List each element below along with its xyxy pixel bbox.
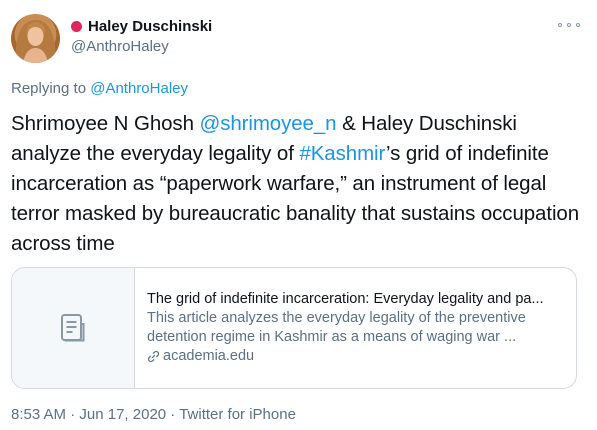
avatar[interactable] [11,14,60,63]
author-name-row[interactable]: Haley Duschinski [71,16,212,36]
tweet-meta: 8:53 AM · Jun 17, 2020 · Twitter for iPh… [11,406,296,423]
link-preview-card[interactable]: The grid of indefinite incarceration: Ev… [11,267,577,389]
tweet-source-link[interactable]: Twitter for iPhone [179,406,296,423]
more-options-icon[interactable] [558,18,580,32]
tweet-text-part: Shrimoyee N Ghosh [11,112,200,135]
hashtag-link[interactable]: #Kashmir [299,142,386,165]
reply-prefix: Replying to [11,80,87,97]
tweet-timestamp-date[interactable]: Jun 17, 2020 [79,406,166,423]
meta-separator: · [166,406,180,423]
more-dot [558,23,562,27]
author-display-name[interactable]: Haley Duschinski [88,18,212,35]
card-description: This article analyzes the everyday legal… [147,310,526,345]
reply-target-link[interactable]: @AnthroHaley [90,80,188,97]
card-title: The grid of indefinite incarceration: Ev… [147,291,544,307]
link-icon [147,350,160,363]
card-domain: academia.edu [147,347,572,366]
tweet-text: Shrimoyee N Ghosh @shrimoyee_n & Haley D… [11,109,591,259]
red-circle-icon [71,20,82,32]
card-content: The grid of indefinite incarceration: Ev… [147,290,572,366]
tweet: Haley Duschinski @AnthroHaley Replying t… [0,0,597,430]
more-dot [576,23,580,27]
reply-context: Replying to @AnthroHaley [11,80,188,97]
document-icon [61,314,85,342]
author-handle[interactable]: @AnthroHaley [71,38,169,55]
tweet-timestamp-time[interactable]: 8:53 AM [11,406,66,423]
mention-link[interactable]: @shrimoyee_n [199,112,336,135]
meta-separator: · [66,406,80,423]
card-domain-text: academia.edu [163,348,255,364]
more-dot [567,23,571,27]
card-thumbnail [12,268,135,388]
